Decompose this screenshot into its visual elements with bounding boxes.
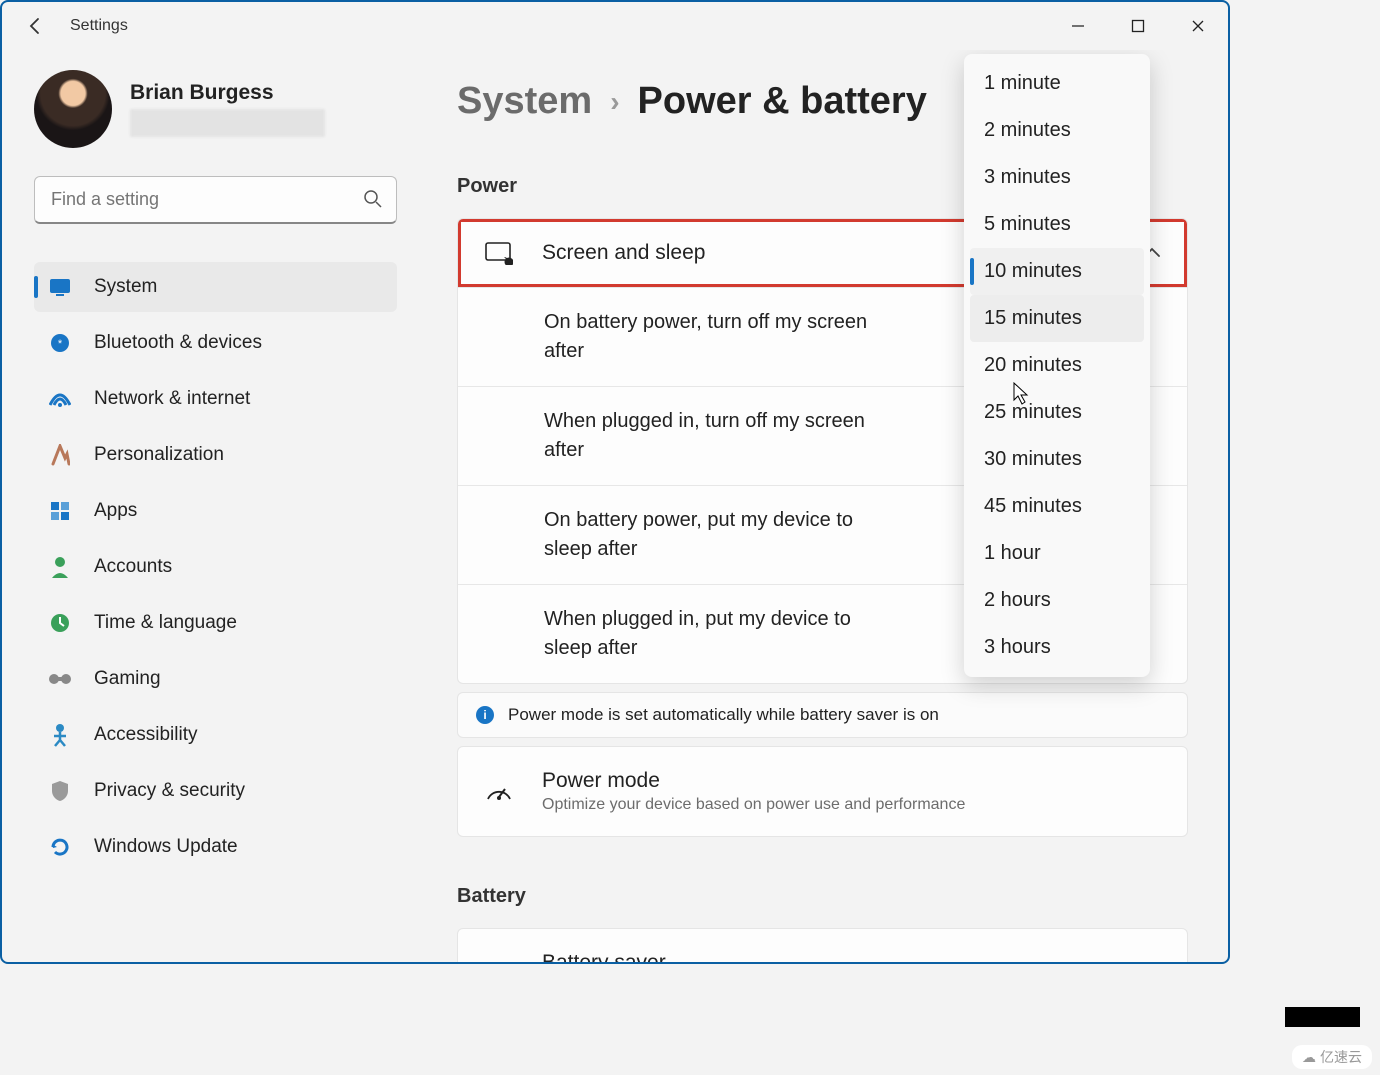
nav-item-accessibility[interactable]: Accessibility [34,710,397,760]
back-button[interactable] [20,10,52,42]
nav-label: Privacy & security [94,780,245,802]
chevron-right-icon: › [610,86,619,118]
nav-icon [48,667,72,691]
window-controls [1048,2,1228,50]
nav-icon [48,387,72,411]
info-text: Power mode is set automatically while ba… [508,705,939,725]
nav-icon [48,275,72,299]
power-mode-info-banner: i Power mode is set automatically while … [457,692,1188,738]
search-input[interactable] [34,176,397,224]
battery-saver-card[interactable]: Battery saver Extend battery life by lim… [457,928,1188,962]
setting-label: On battery power, turn off my screen aft… [544,308,904,366]
nav-item-windows-update[interactable]: Windows Update [34,822,397,872]
nav-item-time-language[interactable]: Time & language [34,598,397,648]
user-name: Brian Burgess [130,81,325,105]
nav-icon [48,499,72,523]
black-strip [1285,1007,1360,1027]
cloud-icon: ☁ [1302,1049,1316,1066]
watermark: ☁ 亿速云 [1292,1045,1372,1069]
breadcrumb-parent[interactable]: System [457,80,592,123]
dropdown-option[interactable]: 20 minutes [970,342,1144,389]
nav-item-privacy-security[interactable]: Privacy & security [34,766,397,816]
nav-label: Personalization [94,444,224,466]
content: System › Power & battery Power Screen an… [417,50,1228,962]
nav-item-system[interactable]: System [34,262,397,312]
power-mode-subtitle: Optimize your device based on power use … [542,796,965,814]
user-row[interactable]: Brian Burgess [34,70,397,148]
user-email-redacted [130,109,325,137]
nav-item-personalization[interactable]: Personalization [34,430,397,480]
nav-item-gaming[interactable]: Gaming [34,654,397,704]
nav-label: Bluetooth & devices [94,332,262,354]
dropdown-option[interactable]: 45 minutes [970,483,1144,530]
dropdown-option[interactable]: 10 minutes [970,248,1144,295]
nav-label: Gaming [94,668,161,690]
gauge-icon [484,781,514,803]
search-wrap [34,176,397,224]
screen-icon [484,241,514,265]
setting-label: When plugged in, put my device to sleep … [544,605,904,663]
dropdown-option[interactable]: 2 hours [970,577,1144,624]
titlebar: Settings [2,2,1228,50]
nav-label: System [94,276,157,298]
nav-icon: * [48,331,72,355]
time-dropdown[interactable]: 1 minute2 minutes3 minutes5 minutes10 mi… [964,54,1150,677]
dropdown-option[interactable]: 1 hour [970,530,1144,577]
breadcrumb-current: Power & battery [638,80,927,123]
sidebar: Brian Burgess System * Bluetooth & devices… [2,50,417,962]
setting-label: When plugged in, turn off my screen afte… [544,407,904,465]
nav-icon [48,555,72,579]
nav-item-accounts[interactable]: Accounts [34,542,397,592]
avatar [34,70,112,148]
maximize-button[interactable] [1108,2,1168,50]
nav-label: Accounts [94,556,172,578]
dropdown-option[interactable]: 3 minutes [970,154,1144,201]
nav-icon [48,835,72,859]
nav-list: System * Bluetooth & devices Network & inte… [34,262,397,872]
screen-and-sleep-title: Screen and sleep [542,241,705,265]
dropdown-option[interactable]: 1 minute [970,60,1144,107]
nav-label: Network & internet [94,388,250,410]
nav-item-apps[interactable]: Apps [34,486,397,536]
nav-label: Windows Update [94,836,238,858]
info-icon: i [476,706,494,724]
dropdown-option[interactable]: 15 minutes [970,295,1144,342]
dropdown-option[interactable]: 30 minutes [970,436,1144,483]
battery-saver-title: Battery saver [542,951,909,962]
nav-item-network-internet[interactable]: Network & internet [34,374,397,424]
nav-icon [48,443,72,467]
nav-label: Time & language [94,612,237,634]
section-battery-title: Battery [457,885,1188,908]
nav-icon [48,611,72,635]
nav-item-bluetooth-devices[interactable]: * Bluetooth & devices [34,318,397,368]
close-button[interactable] [1168,2,1228,50]
nav-label: Accessibility [94,724,197,746]
dropdown-option[interactable]: 2 minutes [970,107,1144,154]
minimize-button[interactable] [1048,2,1108,50]
dropdown-option[interactable]: 3 hours [970,624,1144,671]
search-icon [363,189,383,209]
power-mode-title: Power mode [542,769,965,793]
power-mode-card[interactable]: Power mode Optimize your device based on… [457,746,1188,837]
setting-label: On battery power, put my device to sleep… [544,506,904,564]
nav-icon [48,723,72,747]
dropdown-option[interactable]: 5 minutes [970,201,1144,248]
dropdown-option[interactable]: 25 minutes [970,389,1144,436]
app-title: Settings [70,17,128,35]
settings-window: Settings Brian Burgess System*Bluet [0,0,1230,964]
nav-icon [48,779,72,803]
svg-text:*: * [58,338,63,350]
nav-label: Apps [94,500,137,522]
